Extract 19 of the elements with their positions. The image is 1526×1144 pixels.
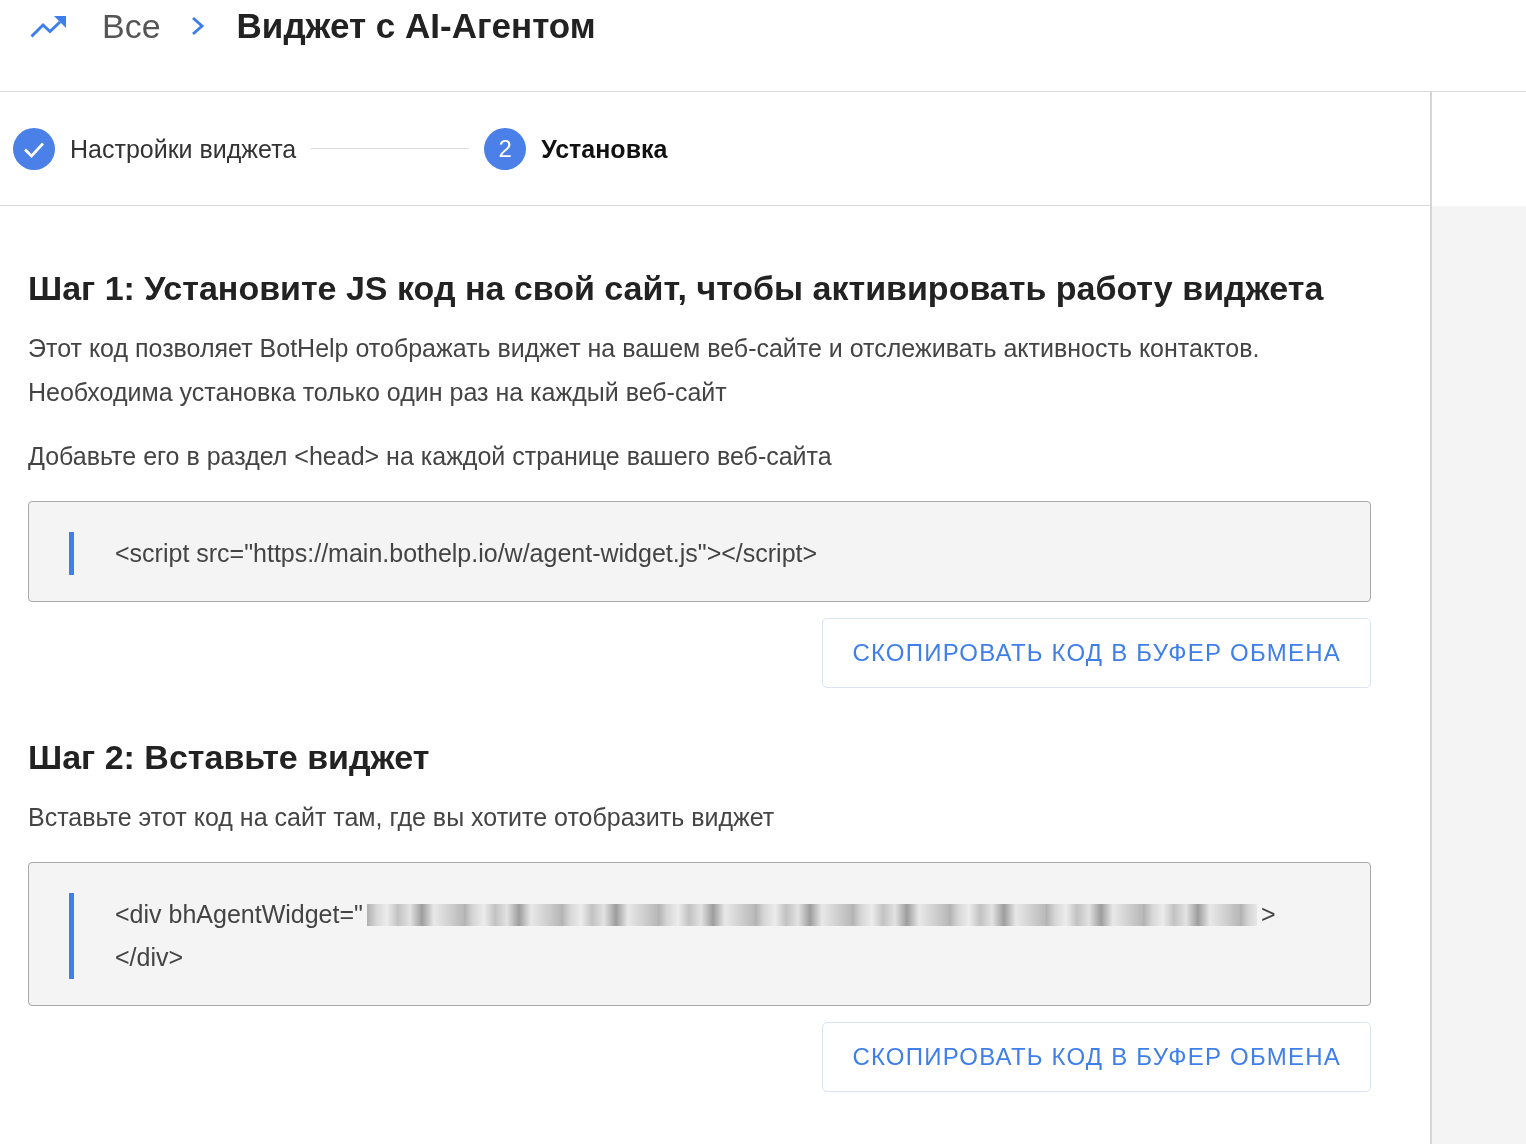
code-text: > <box>1260 898 1276 930</box>
step-number: 2 <box>484 127 527 170</box>
instruction-text: Добавьте его в раздел <head> на каждой странице вашего веб-сайта <box>28 441 833 472</box>
code-text: <script src="https://main.bothelp.io/w/agent-widget.js"></script> <box>115 537 818 569</box>
trend-up-icon <box>30 14 67 38</box>
copy-code-button[interactable]: СКОПИРОВАТЬ КОД В БУФЕР ОБМЕНА <box>822 1022 1371 1092</box>
breadcrumb-link[interactable]: Все <box>102 6 161 46</box>
section-heading: Шаг 2: Вставьте виджет <box>28 737 431 778</box>
step-label[interactable]: Настройки виджета <box>70 133 297 164</box>
chevron-right-icon <box>190 16 205 36</box>
code-text: </div> <box>115 941 184 973</box>
step-label[interactable]: Установка <box>541 133 668 164</box>
description-text: Этот код позволяет BotHelp отображать виджет на вашем веб-сайте и отслеживать активность контактов. <box>28 333 1261 364</box>
description-text: Вставьте этот код на сайт там, где вы хотите отобразить виджет <box>28 802 776 833</box>
section-heading: Шаг 1: Установите JS код на свой сайт, чтобы активировать работу виджета <box>28 268 1325 309</box>
code-text: <div bhAgentWidget=" <box>115 898 363 930</box>
description-text: Необходима установка только один раз на каждый веб-сайт <box>28 377 728 408</box>
copy-code-button[interactable]: СКОПИРОВАТЬ КОД В БУФЕР ОБМЕНА <box>822 618 1371 688</box>
page-title: Виджет с AI-Агентом <box>236 6 596 46</box>
